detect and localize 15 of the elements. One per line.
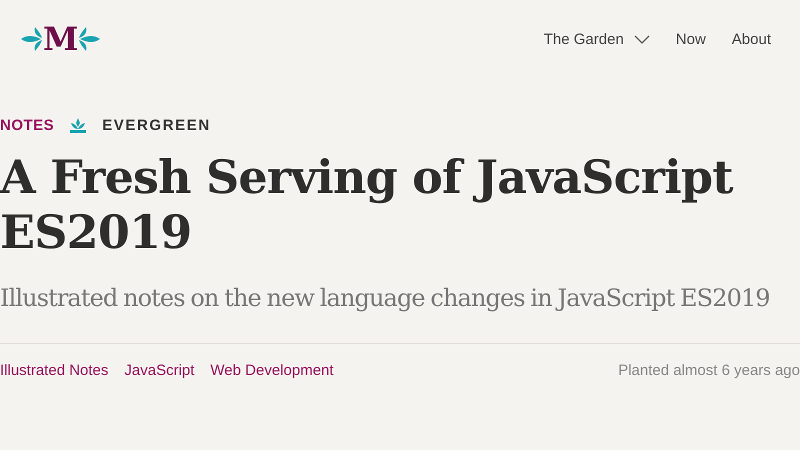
leaf-icon [21,26,43,52]
growth-stage: EVERGREEN [102,117,211,134]
leaf-icon [78,26,100,52]
topic-link[interactable]: Illustrated Notes [0,362,108,379]
topic-link[interactable]: JavaScript [124,362,194,379]
nav-dropdown[interactable]: The Garden [544,30,650,48]
plant-icon [70,118,86,133]
subtitle: Illustrated notes on the new language changes in JavaScript ES2019 [0,283,771,314]
nav-link[interactable]: About [732,30,771,48]
nav-link[interactable]: Now [676,30,706,48]
logo[interactable]: M [21,23,100,55]
category-link[interactable]: NOTES [0,117,54,134]
chevron-icon [634,34,650,44]
topic-link[interactable]: Web Development [210,362,334,379]
planted-date: Planted almost 6 years ago [618,362,800,379]
